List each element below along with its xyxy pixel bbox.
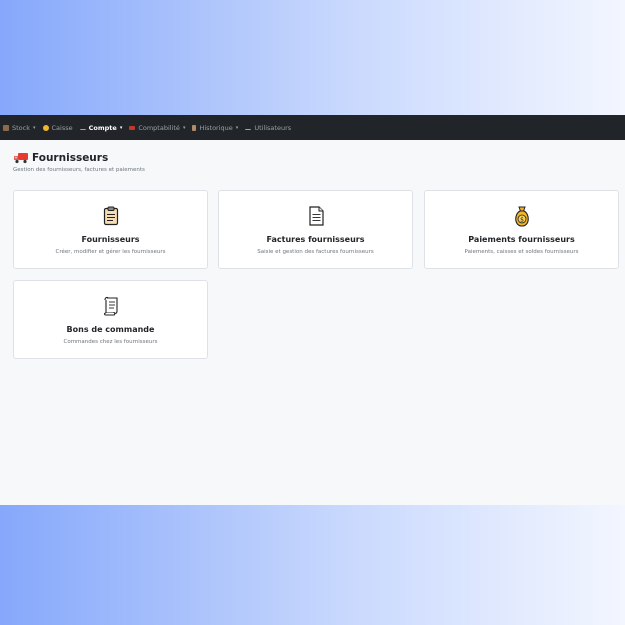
book-icon (129, 125, 136, 130)
page-subtitle: Gestion des fournisseurs, factures et pa… (13, 167, 145, 173)
nav-item-label: Comptabilité (138, 123, 180, 132)
nav-item-compte[interactable]: Compte ▾ (79, 123, 123, 132)
chevron-down-icon: ▾ (182, 124, 186, 131)
page-title: Fournisseurs (32, 152, 109, 164)
card-title: Paiements fournisseurs (468, 235, 575, 244)
nav-item-stock[interactable]: Stock ▾ (3, 124, 36, 132)
user-icon (79, 125, 86, 130)
money-bag-icon (42, 124, 49, 131)
nav-item-label: Caisse (51, 123, 73, 132)
nav-item-comptabilite[interactable]: Comptabilité ▾ (129, 124, 185, 132)
clipboard-icon (103, 206, 118, 226)
nav-item-utilisateurs[interactable]: Utilisateurs (245, 124, 291, 132)
nav-item-caisse[interactable]: Caisse (42, 123, 73, 132)
card-description: Créer, modifier et gérer les fournisseur… (55, 249, 166, 255)
nav-item-label: Stock (12, 123, 30, 132)
chevron-down-icon: ▾ (235, 124, 239, 131)
document-icon (308, 206, 324, 226)
nav-item-label: Historique (199, 123, 233, 132)
card-fournisseurs[interactable]: Fournisseurs Créer, modifier et gérer le… (13, 190, 208, 269)
chevron-down-icon: ▾ (119, 124, 123, 131)
navbar: Stock ▾ Caisse Compte ▾ Comptabilité ▾ H… (0, 115, 625, 140)
users-icon (245, 125, 252, 130)
scroll-icon (103, 296, 118, 316)
card-description: Saisie et gestion des factures fournisse… (257, 249, 374, 255)
money-bag-icon: $ (514, 206, 529, 227)
history-icon (192, 124, 197, 131)
app-window: Stock ▾ Caisse Compte ▾ Comptabilité ▾ H… (0, 115, 625, 505)
chevron-down-icon: ▾ (33, 124, 36, 131)
card-description: Paiements, caisses et soldes fournisseur… (464, 249, 579, 255)
svg-text:$: $ (520, 216, 524, 223)
nav-item-historique[interactable]: Historique ▾ (192, 124, 238, 132)
card-description: Commandes chez les fournisseurs (63, 339, 158, 345)
nav-item-label: Compte (88, 123, 117, 132)
page-header: Fournisseurs Gestion des fournisseurs, f… (0, 140, 625, 173)
card-title: Bons de commande (66, 325, 155, 334)
card-title: Factures fournisseurs (266, 235, 365, 244)
card-title: Fournisseurs (81, 235, 140, 244)
card-bons-de-commande[interactable]: Bons de commande Commandes chez les four… (13, 280, 208, 359)
card-paiements-fournisseurs[interactable]: $ Paiements fournisseurs Paiements, cais… (424, 190, 619, 269)
truck-icon (14, 153, 28, 164)
card-factures-fournisseurs[interactable]: Factures fournisseurs Saisie et gestion … (218, 190, 413, 269)
box-icon (3, 124, 9, 131)
nav-item-label: Utilisateurs (254, 123, 292, 132)
